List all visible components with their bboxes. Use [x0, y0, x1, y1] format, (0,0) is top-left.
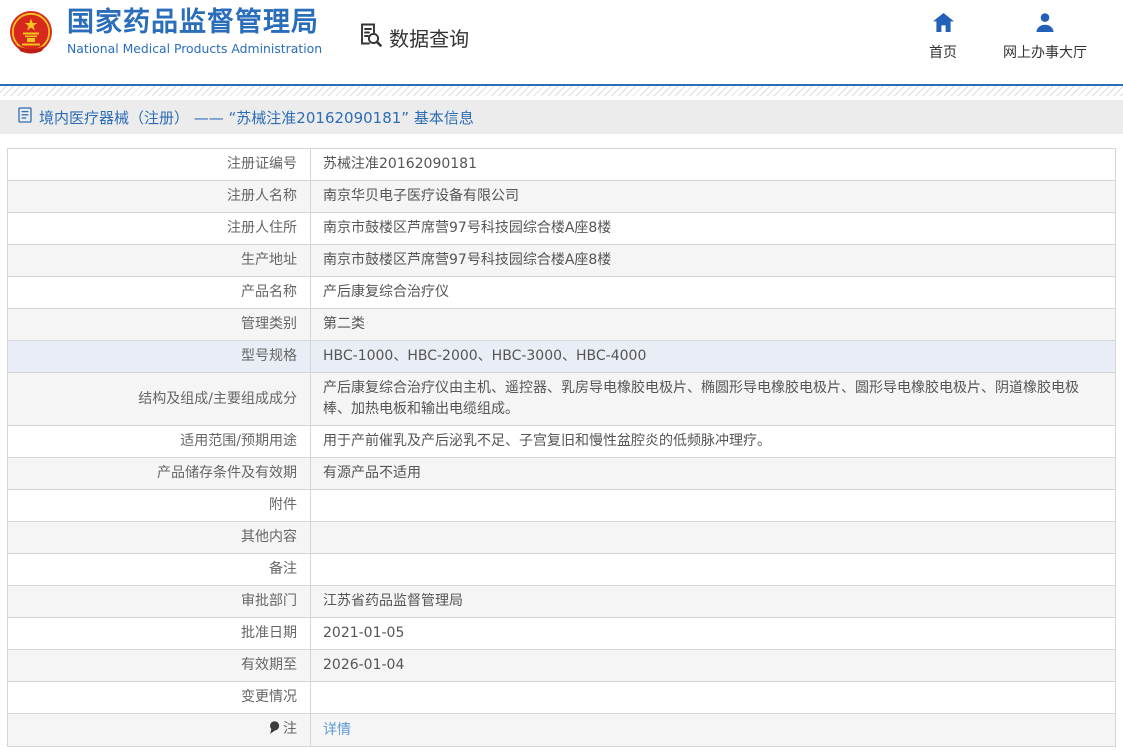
- row-value: 南京市鼓楼区芦席营97号科技园综合楼A座8楼: [310, 244, 1116, 277]
- data-query-section[interactable]: 数据查询: [356, 21, 469, 53]
- hatch-stripe-band: [0, 86, 1123, 96]
- national-emblem-icon: [8, 10, 54, 56]
- row-value: HBC-1000、HBC-2000、HBC-3000、HBC-4000: [310, 340, 1116, 373]
- row-label: 审批部门: [7, 585, 311, 618]
- row-value: 南京市鼓楼区芦席营97号科技园综合楼A座8楼: [310, 212, 1116, 245]
- table-row: 其他内容: [7, 521, 1116, 554]
- table-row: 审批部门 江苏省药品监督管理局: [7, 585, 1116, 618]
- row-value: 第二类: [310, 308, 1116, 341]
- table-row: 结构及组成/主要组成成分 产后康复综合治疗仪由主机、遥控器、乳房导电橡胶电极片、…: [7, 372, 1116, 426]
- row-value: 苏械注准20162090181: [310, 148, 1116, 181]
- row-label: 产品名称: [7, 276, 311, 309]
- table-row: 有效期至 2026-01-04: [7, 649, 1116, 682]
- row-label: 结构及组成/主要组成成分: [7, 372, 311, 426]
- data-query-label: 数据查询: [389, 26, 470, 51]
- site-header: 国家药品监督管理局 National Medical Products Admi…: [0, 0, 1123, 84]
- table-row: 注册人名称 南京华贝电子医疗设备有限公司: [7, 180, 1116, 213]
- row-value: 2026-01-04: [310, 649, 1116, 682]
- row-value: [310, 521, 1116, 554]
- row-label: 有效期至: [7, 649, 311, 682]
- row-label: 批准日期: [7, 617, 311, 650]
- document-icon: [18, 107, 32, 127]
- row-value: 产后康复综合治疗仪: [310, 276, 1116, 309]
- row-label: 备注: [7, 553, 311, 586]
- row-label: 产品储存条件及有效期: [7, 457, 311, 490]
- table-row: 附件: [7, 489, 1116, 522]
- table-row: 产品储存条件及有效期 有源产品不适用: [7, 457, 1116, 490]
- home-icon: [932, 13, 954, 36]
- table-row: 生产地址 南京市鼓楼区芦席营97号科技园综合楼A座8楼: [7, 244, 1116, 277]
- row-value: [310, 489, 1116, 522]
- nav-service-hall-label: 网上办事大厅: [1003, 45, 1087, 61]
- note-balloon-icon: [269, 720, 280, 741]
- table-row: 注 详情: [7, 713, 1116, 747]
- person-icon: [1035, 13, 1055, 36]
- row-label: 附件: [7, 489, 311, 522]
- table-row: 注册人住所 南京市鼓楼区芦席营97号科技园综合楼A座8楼: [7, 212, 1116, 245]
- row-value: 2021-01-05: [310, 617, 1116, 650]
- row-value: 江苏省药品监督管理局: [310, 585, 1116, 618]
- row-value: 用于产前催乳及产后泌乳不足、子宫复旧和慢性盆腔炎的低频脉冲理疗。: [310, 425, 1116, 458]
- page-title: 境内医疗器械（注册） —— “苏械注准20162090181” 基本信息: [39, 108, 474, 127]
- table-row: 注册证编号 苏械注准20162090181: [7, 148, 1116, 181]
- row-label: 其他内容: [7, 521, 311, 554]
- row-value: 南京华贝电子医疗设备有限公司: [310, 180, 1116, 213]
- row-value: [310, 553, 1116, 586]
- info-table-body: 注册证编号 苏械注准20162090181 注册人名称 南京华贝电子医疗设备有限…: [7, 148, 1116, 747]
- table-row: 适用范围/预期用途 用于产前催乳及产后泌乳不足、子宫复旧和慢性盆腔炎的低频脉冲理…: [7, 425, 1116, 458]
- info-table: 注册证编号 苏械注准20162090181 注册人名称 南京华贝电子医疗设备有限…: [7, 148, 1116, 747]
- nav-home[interactable]: 首页: [929, 13, 957, 62]
- table-row: 备注: [7, 553, 1116, 586]
- row-label: 生产地址: [7, 244, 311, 277]
- row-label: 变更情况: [7, 681, 311, 714]
- table-row: 管理类别 第二类: [7, 308, 1116, 341]
- site-subtitle: National Medical Products Administration: [67, 41, 323, 56]
- doc-search-icon: [356, 21, 383, 53]
- row-value: 产后康复综合治疗仪由主机、遥控器、乳房导电橡胶电极片、椭圆形导电橡胶电极片、圆形…: [310, 372, 1116, 426]
- site-title: 国家药品监督管理局: [67, 7, 319, 38]
- row-value: 有源产品不适用: [310, 457, 1116, 490]
- table-row: 产品名称 产后康复综合治疗仪: [7, 276, 1116, 309]
- details-link[interactable]: 详情: [323, 722, 351, 738]
- row-label: 注册证编号: [7, 148, 311, 181]
- row-label: 管理类别: [7, 308, 311, 341]
- nav-home-label: 首页: [929, 45, 957, 61]
- nmpa-logo[interactable]: 国家药品监督管理局 National Medical Products Admi…: [8, 8, 322, 56]
- table-row: 变更情况: [7, 681, 1116, 714]
- row-label: 注: [7, 713, 311, 747]
- nav-service-hall[interactable]: 网上办事大厅: [1003, 13, 1087, 62]
- top-nav: 首页 网上办事大厅: [929, 13, 1093, 62]
- row-label: 注册人住所: [7, 212, 311, 245]
- table-row: 型号规格 HBC-1000、HBC-2000、HBC-3000、HBC-4000: [7, 340, 1116, 373]
- row-label: 注册人名称: [7, 180, 311, 213]
- row-value: 详情: [310, 713, 1116, 747]
- breadcrumb: 境内医疗器械（注册） —— “苏械注准20162090181” 基本信息: [0, 100, 1123, 134]
- row-label: 型号规格: [7, 340, 311, 373]
- table-row: 批准日期 2021-01-05: [7, 617, 1116, 650]
- row-label: 适用范围/预期用途: [7, 425, 311, 458]
- row-value: [310, 681, 1116, 714]
